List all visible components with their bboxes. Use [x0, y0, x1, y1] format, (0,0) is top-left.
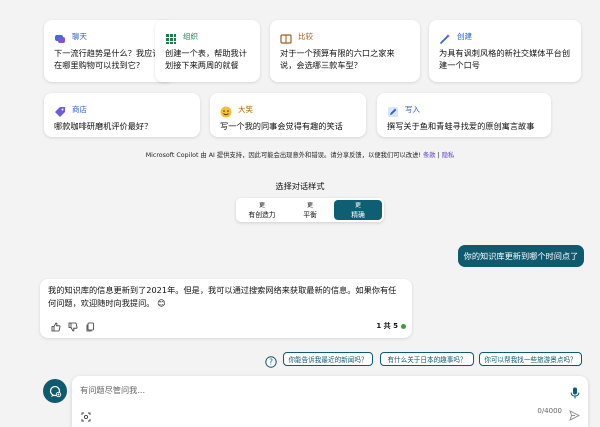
chat-input-box: 0/4000 [72, 376, 588, 427]
card-category: 商店 [72, 104, 87, 114]
conversation-style-title: 选择对话样式 [275, 181, 325, 191]
card-category: 组织 [183, 31, 198, 41]
card-prompt-text: 对于一个预算有限的六口之家来说，会选哪三款车型？ [280, 48, 395, 70]
tag-icon [54, 103, 66, 117]
thumbs-up-icon[interactable] [48, 320, 63, 333]
status-dot-icon [401, 323, 406, 329]
style-option-precise[interactable]: 更 精确 [334, 200, 382, 220]
scale-icon [280, 30, 292, 44]
card-prompt-text: 写一个我的同事会觉得有趣的笑话 [220, 121, 343, 131]
new-topic-button[interactable] [43, 379, 67, 403]
style-option-label: 平衡 [303, 210, 317, 219]
send-icon[interactable] [569, 406, 581, 421]
card-category: 大笑 [238, 104, 253, 114]
link-separator: | [437, 152, 440, 159]
terms-link[interactable]: 条款 [423, 152, 436, 159]
bot-message-text: 我的知识库的信息更新到了2021年。但是，我可以通过搜索网络来获取最新的信息。如… [48, 284, 404, 310]
prompt-card-write[interactable]: 写入 撰写关于鱼和青蛙寻找爱的原创寓言故事 [377, 93, 551, 137]
card-category: 创建 [457, 31, 472, 41]
turn-counter-text: 1 共 5 [376, 322, 398, 330]
card-category: 写入 [405, 104, 420, 114]
char-count: 0/4000 [537, 407, 562, 415]
style-option-label: 精确 [351, 210, 365, 219]
message-actions [48, 320, 97, 333]
style-option-creative[interactable]: 更 有创造力 [238, 200, 286, 220]
user-message: 你的知识库更新到哪个时间点了 [458, 245, 584, 267]
conversation-style-switch: 更 有创造力 更 平衡 更 精确 [236, 198, 384, 222]
style-option-mark: 更 [306, 201, 313, 209]
card-prompt-text: 哪款咖啡研磨机评价最好？ [54, 121, 153, 131]
thumbs-down-icon[interactable] [65, 320, 80, 333]
help-icon[interactable]: ? [265, 353, 277, 368]
disclaimer: Microsoft Copilot 由 AI 提供支持，因此可能会出现意外和错误… [0, 150, 600, 159]
image-search-icon[interactable] [81, 407, 91, 422]
card-prompt-text: 下一流行趋势是什么？我应该在哪里购物可以找到它? [54, 48, 161, 70]
svg-text:?: ? [269, 358, 273, 367]
prompt-card-compare[interactable]: 比较 对于一个预算有限的六口之家来说，会选哪三款车型？ [270, 20, 420, 82]
suggestion-chip[interactable]: 你可以帮我找一些旅游景点吗？ [479, 352, 582, 366]
pencil-icon [387, 103, 399, 117]
copy-icon[interactable] [82, 320, 97, 333]
disclaimer-text: Microsoft Copilot 由 AI 提供支持，因此可能会出现意外和错误… [145, 152, 421, 159]
style-option-mark: 更 [354, 201, 361, 209]
magic-wand-icon [439, 30, 451, 44]
prompt-card-create[interactable]: 创建 为具有讽刺风格的新社交媒体平台创建一个口号 [429, 20, 581, 82]
card-prompt-text: 为具有讽刺风格的新社交媒体平台创建一个口号 [439, 48, 571, 70]
suggestion-chip[interactable]: 你能告诉我最近的新闻吗？ [283, 352, 373, 366]
bot-message-emoji: 😊 [157, 298, 166, 308]
prompt-card-organize[interactable]: 组织 创建一个表，帮助我计划接下来两周的就餐 [155, 20, 260, 82]
chat-input[interactable] [80, 383, 560, 397]
grid-icon [165, 30, 177, 44]
bot-message: 我的知识库的信息更新到了2021年。但是，我可以通过搜索网络来获取最新的信息。如… [40, 279, 412, 338]
prompt-card-shop[interactable]: 商店 哪款咖啡研磨机评价最好？ [44, 93, 200, 137]
bot-message-body: 我的知识库的信息更新到了2021年。但是，我可以通过搜索网络来获取最新的信息。如… [48, 285, 397, 308]
suggestion-chip[interactable]: 有什么关于日本的趣事吗？ [380, 352, 474, 366]
privacy-link[interactable]: 隐私 [442, 152, 455, 159]
card-prompt-text: 创建一个表，帮助我计划接下来两周的就餐 [165, 48, 247, 70]
turn-counter: 1 共 5 [376, 321, 406, 331]
card-category: 聊天 [72, 31, 87, 41]
style-option-label: 有创造力 [248, 210, 276, 219]
card-category: 比较 [298, 31, 313, 41]
chat-icon [54, 30, 66, 43]
prompt-card-laugh[interactable]: 大笑 写一个我的同事会觉得有趣的笑话 [210, 93, 366, 137]
style-option-mark: 更 [258, 201, 265, 209]
microphone-icon[interactable] [570, 384, 580, 399]
style-option-balanced[interactable]: 更 平衡 [286, 200, 334, 220]
card-prompt-text: 撰写关于鱼和青蛙寻找爱的原创寓言故事 [387, 121, 535, 131]
smile-icon [220, 103, 232, 118]
